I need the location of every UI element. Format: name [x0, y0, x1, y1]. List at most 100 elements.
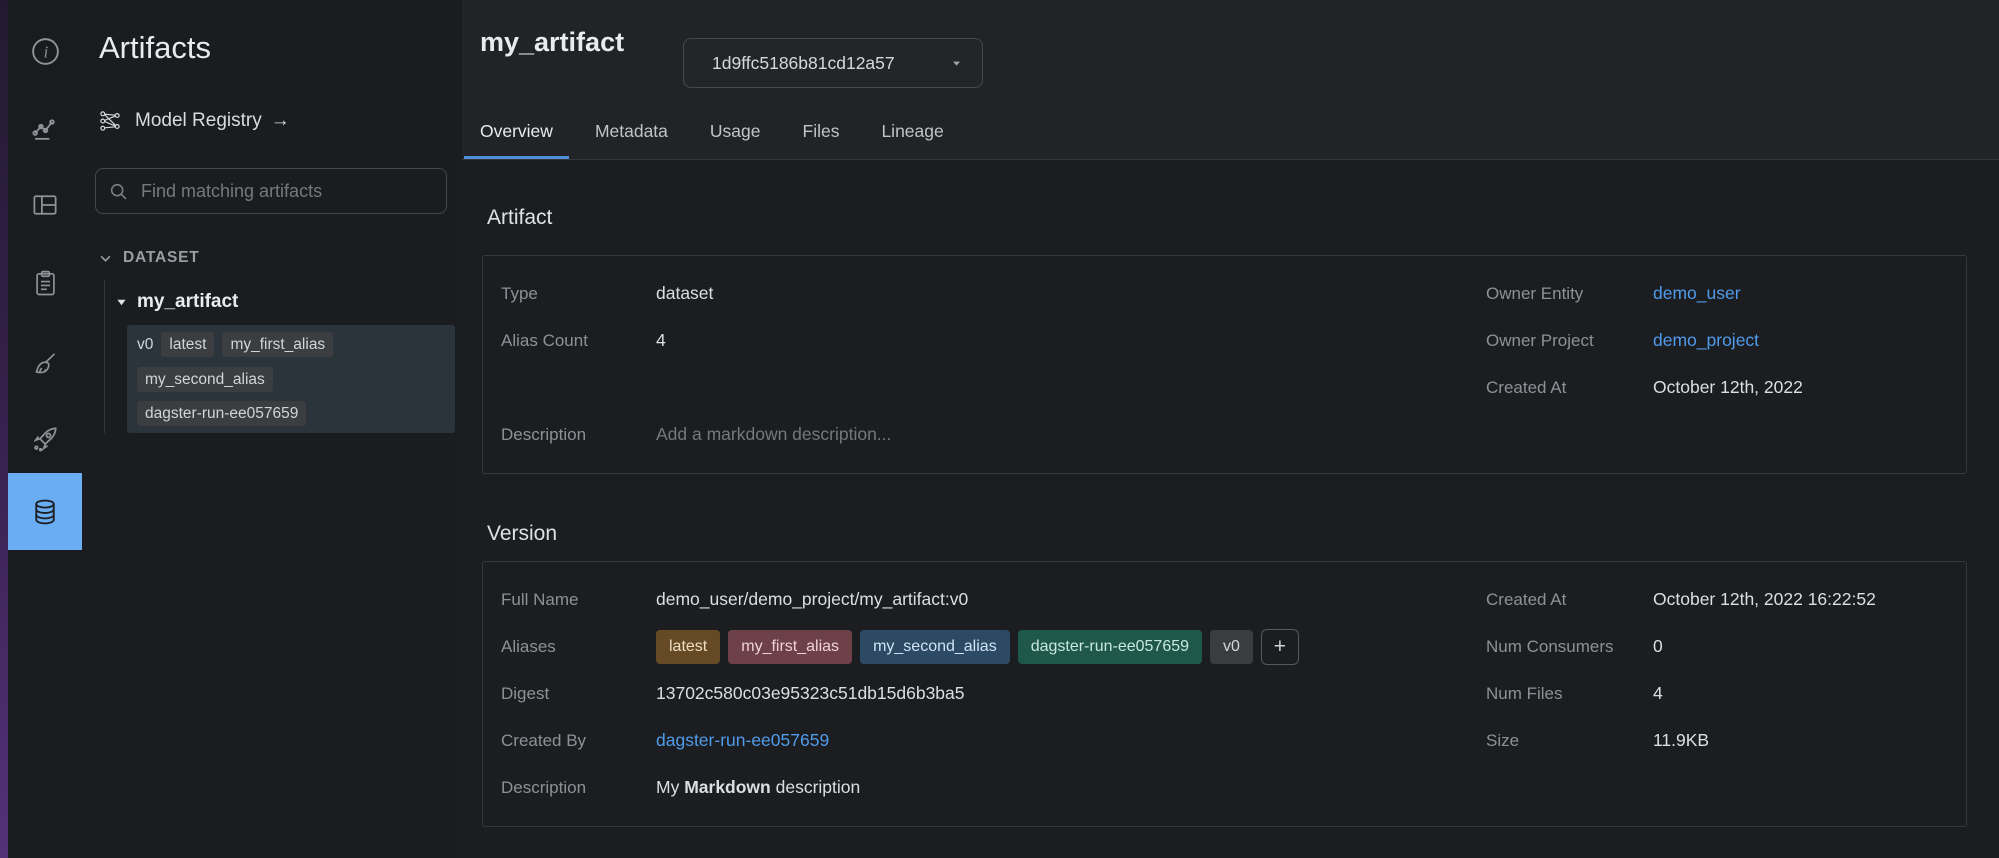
version-tag: latest [161, 332, 214, 357]
model-registry-label: Model Registry [135, 110, 262, 132]
tree-group-label: DATASET [123, 249, 200, 267]
version-id-text: v0 [137, 336, 153, 354]
artifact-panel-right: Owner Entity demo_user Owner Project dem… [1486, 270, 1966, 411]
overview-content: Artifact Type dataset Alias Count 4 Desc… [462, 160, 1999, 858]
table-panels-icon [30, 190, 60, 220]
version-tag: my_second_alias [137, 367, 273, 392]
version-tag-line: v0 latest my_first_alias [137, 332, 445, 357]
rail-item-launch[interactable] [8, 410, 82, 468]
version-tag: my_first_alias [222, 332, 333, 357]
alias-chip[interactable]: dagster-run-ee057659 [1018, 630, 1202, 664]
info-icon: i [29, 35, 62, 68]
app-window: i [0, 0, 1999, 858]
row-version-created-at: Created At October 12th, 2022 16:22:52 [1486, 576, 1966, 623]
row-alias-count: Alias Count 4 [501, 317, 1486, 364]
search-icon [108, 181, 129, 202]
tab-overview[interactable]: Overview [464, 103, 569, 159]
version-tag-line: dagster-run-ee057659 [137, 401, 445, 426]
model-registry-link[interactable]: Model Registry → [98, 104, 290, 138]
triangle-down-icon [115, 296, 128, 309]
row-created-at: Created At October 12th, 2022 [1486, 364, 1966, 411]
section-heading-artifact: Artifact [487, 206, 1967, 230]
row-label: Size [1486, 731, 1653, 751]
description-placeholder[interactable]: Add a markdown description... [656, 424, 1486, 445]
owner-entity-link[interactable]: demo_user [1653, 283, 1741, 303]
tab-label: Overview [480, 121, 553, 142]
version-dropdown[interactable]: 1d9ffc5186b81cd12a57 [683, 38, 983, 88]
row-label: Type [501, 284, 656, 304]
artifacts-sidebar: Artifacts Model Registry → [82, 0, 463, 858]
alias-chip-list: latest my_first_alias my_second_alias da… [656, 629, 1486, 665]
row-label: Description [501, 425, 656, 445]
row-value: 11.9KB [1653, 730, 1966, 751]
page-title: my_artifact [480, 27, 624, 58]
tree-node-my-artifact[interactable]: my_artifact [115, 289, 238, 315]
row-label: Alias Count [501, 331, 656, 351]
chevron-down-icon [98, 251, 113, 266]
tab-usage[interactable]: Usage [694, 103, 777, 159]
alias-chip[interactable]: v0 [1210, 630, 1253, 664]
alias-chip[interactable]: my_first_alias [728, 630, 852, 664]
artifact-panel: Type dataset Alias Count 4 Description A… [482, 255, 1967, 474]
rail-item-artifacts[interactable] [8, 473, 82, 550]
version-dropdown-value: 1d9ffc5186b81cd12a57 [712, 53, 895, 74]
version-description-value[interactable]: My Markdown description [656, 777, 1486, 798]
row-created-by: Created By dagster-run-ee057659 [501, 717, 1486, 764]
row-label: Digest [501, 684, 656, 704]
row-num-consumers: Num Consumers 0 [1486, 623, 1966, 670]
sidebar-title: Artifacts [99, 30, 211, 66]
tab-label: Files [803, 121, 840, 142]
rail-item-tables[interactable] [8, 176, 82, 234]
row-num-files: Num Files 4 [1486, 670, 1966, 717]
database-icon [30, 497, 60, 527]
tree-version-item-selected[interactable]: v0 latest my_first_alias my_second_alias… [127, 325, 455, 433]
tab-metadata[interactable]: Metadata [579, 103, 684, 159]
owner-project-link[interactable]: demo_project [1653, 330, 1759, 350]
row-description: Description Add a markdown description..… [501, 411, 1486, 458]
model-registry-icon [98, 109, 122, 133]
description-text: My [656, 777, 684, 797]
main-header: my_artifact 1d9ffc5186b81cd12a57 Overvie… [462, 0, 1999, 160]
section-heading-version: Version [487, 522, 1967, 546]
rail-item-workspace[interactable] [8, 99, 82, 157]
row-label: Owner Entity [1486, 284, 1653, 304]
version-panel-left: Full Name demo_user/demo_project/my_arti… [501, 576, 1486, 811]
row-value: 4 [1653, 683, 1966, 704]
artifact-search[interactable] [95, 168, 447, 214]
row-type: Type dataset [501, 270, 1486, 317]
tab-label: Lineage [881, 121, 943, 142]
tree-group-dataset[interactable]: DATASET [98, 246, 200, 270]
rail-item-sweeps[interactable] [8, 334, 82, 392]
alias-chip[interactable]: my_second_alias [860, 630, 1010, 664]
version-tag-line: my_second_alias [137, 367, 445, 392]
tab-lineage[interactable]: Lineage [865, 103, 959, 159]
row-value: 4 [656, 330, 1486, 351]
row-owner-project: Owner Project demo_project [1486, 317, 1966, 364]
row-aliases: Aliases latest my_first_alias my_second_… [501, 623, 1486, 670]
row-owner-entity: Owner Entity demo_user [1486, 270, 1966, 317]
rail-item-logs[interactable] [8, 254, 82, 312]
rail-item-overview[interactable]: i [8, 22, 82, 80]
tab-label: Metadata [595, 121, 668, 142]
alias-chip[interactable]: latest [656, 630, 720, 664]
svg-text:i: i [43, 42, 48, 61]
row-label: Created At [1486, 590, 1653, 610]
clipboard-icon [30, 268, 61, 299]
add-alias-button[interactable]: + [1261, 629, 1299, 665]
created-by-run-link[interactable]: dagster-run-ee057659 [656, 730, 829, 750]
row-full-name: Full Name demo_user/demo_project/my_arti… [501, 576, 1486, 623]
row-label: Created At [1486, 378, 1653, 398]
row-label: Num Consumers [1486, 637, 1653, 657]
rocket-icon [29, 423, 61, 455]
tab-files[interactable]: Files [787, 103, 856, 159]
tab-label: Usage [710, 121, 761, 142]
artifact-panel-left: Type dataset Alias Count 4 Description A… [501, 270, 1486, 458]
search-input[interactable] [139, 180, 434, 203]
row-digest: Digest 13702c580c03e95323c51db15d6b3ba5 [501, 670, 1486, 717]
broom-icon [30, 348, 61, 379]
arrow-right-icon: → [271, 110, 290, 132]
version-tag: dagster-run-ee057659 [137, 401, 306, 426]
row-spacer [501, 364, 1486, 411]
row-label: Owner Project [1486, 331, 1653, 351]
row-size: Size 11.9KB [1486, 717, 1966, 764]
